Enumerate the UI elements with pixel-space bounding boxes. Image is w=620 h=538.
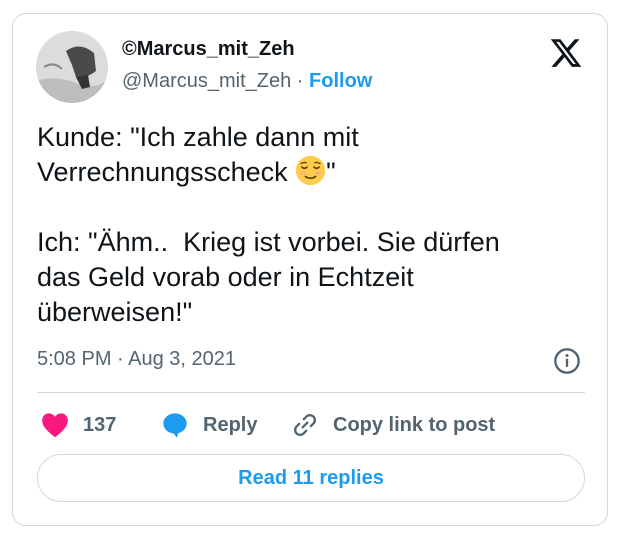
follow-button[interactable]: Follow xyxy=(309,70,372,92)
author-display-name[interactable]: ©Marcus_mit_Zeh xyxy=(122,38,295,61)
author-handle[interactable]: @Marcus_mit_Zeh xyxy=(122,70,291,92)
like-button[interactable]: 137 xyxy=(41,410,116,440)
tweet-line-2-end: " xyxy=(326,157,336,187)
read-replies-button[interactable]: Read 11 replies xyxy=(37,454,585,502)
read-replies-label: Read 11 replies xyxy=(238,466,384,489)
heart-icon xyxy=(42,413,68,438)
author-handle-row: @Marcus_mit_Zeh · Follow xyxy=(122,70,372,93)
avatar-photo xyxy=(36,31,108,103)
divider xyxy=(37,392,585,393)
tweet-paragraph-2: Ich: "Ähm.. Krieg ist vorbei. Sie dürfen… xyxy=(37,227,500,327)
like-count: 137 xyxy=(83,413,117,436)
tweet-timestamp[interactable]: 5:08 PM · Aug 3, 2021 xyxy=(37,348,236,371)
reply-button[interactable]: Reply xyxy=(161,410,257,440)
author-avatar[interactable] xyxy=(36,31,108,103)
relieved-face-emoji xyxy=(296,155,326,186)
tweet-line-2-start: Verrechnungsscheck xyxy=(37,157,296,187)
tweet-text: Kunde: "Ich zahle dann mit Verrechnungss… xyxy=(37,120,577,330)
x-logo-icon[interactable] xyxy=(549,36,583,70)
copy-link-button[interactable]: Copy link to post xyxy=(291,410,495,440)
tweet-card: ©Marcus_mit_Zeh @Marcus_mit_Zeh · Follow… xyxy=(12,13,608,526)
tweet-line-1: Kunde: "Ich zahle dann mit xyxy=(37,122,359,152)
reply-bubble-icon xyxy=(163,413,187,438)
reply-label: Reply xyxy=(203,413,258,436)
handle-separator: · xyxy=(291,70,310,92)
info-icon[interactable] xyxy=(553,347,581,375)
link-icon xyxy=(294,414,316,436)
copy-link-label: Copy link to post xyxy=(333,413,496,436)
